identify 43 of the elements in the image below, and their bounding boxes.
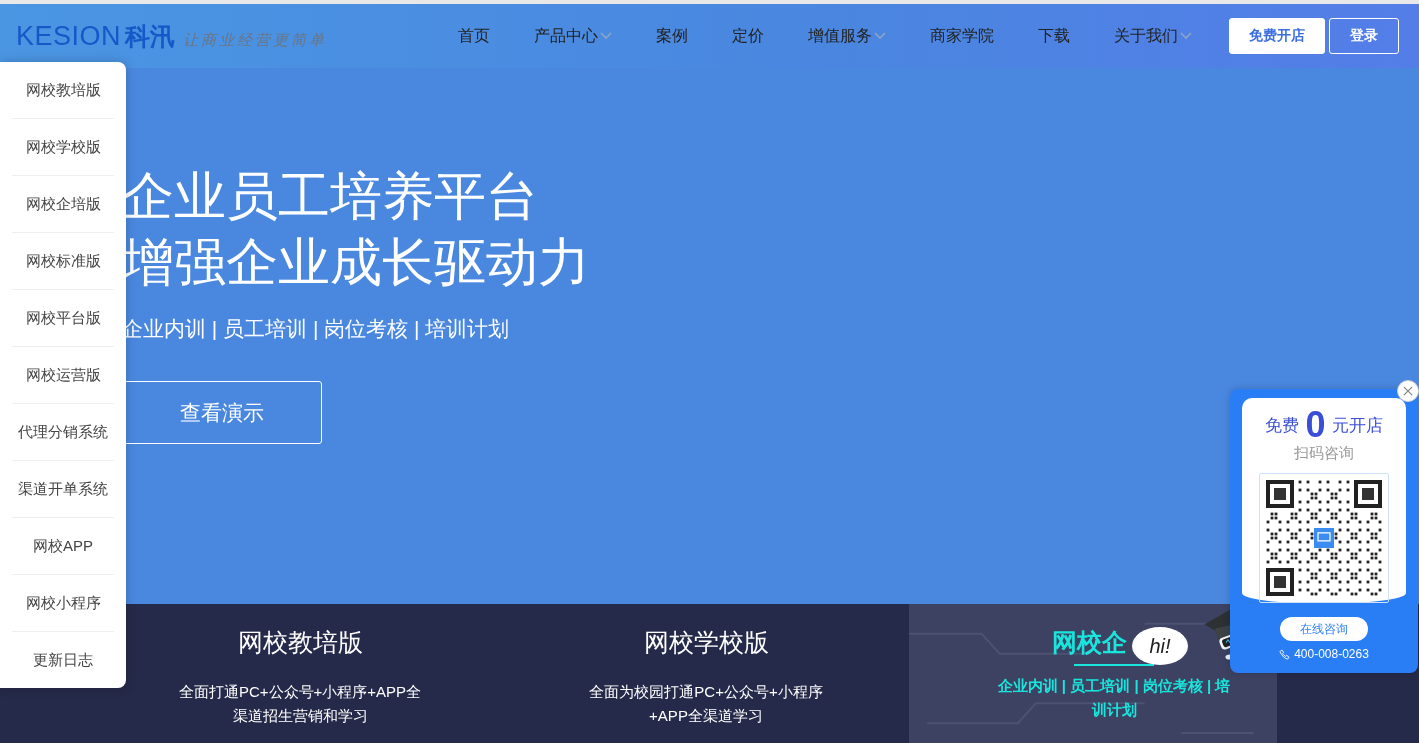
side-menu-item[interactable]: 网校企培版 bbox=[12, 176, 114, 233]
nav-link[interactable]: 下载 bbox=[1016, 25, 1092, 47]
promo-text: 元开店 bbox=[1331, 414, 1383, 437]
card-description: 全面为校园打通PC+公众号+小程序+APP全渠道学习 bbox=[588, 682, 824, 726]
card-title: 网校教培版 bbox=[237, 627, 363, 658]
card-title: 网校学校版 bbox=[643, 627, 769, 658]
promo-text: 免费 bbox=[1265, 414, 1300, 437]
qr-subtitle: 扫码咨询 bbox=[1294, 444, 1354, 463]
side-menu-item[interactable]: 网校标准版 bbox=[12, 233, 114, 290]
consult-button[interactable]: 在线咨询 bbox=[1280, 617, 1368, 641]
side-menu-item[interactable]: 代理分销系统 bbox=[12, 404, 114, 461]
side-menu-item[interactable]: 网校运营版 bbox=[12, 347, 114, 404]
nav-link[interactable]: 商家学院 bbox=[908, 25, 1016, 47]
side-menu-item[interactable]: 更新日志 bbox=[12, 632, 114, 688]
side-menu-item[interactable]: 渠道开单系统 bbox=[12, 461, 114, 518]
card-title: 网校企 bbox=[1052, 627, 1127, 658]
product-card[interactable]: 网校学校版 全面为校园打通PC+公众号+小程序+APP全渠道学习 bbox=[503, 604, 909, 743]
nav-link[interactable]: 关于我们 bbox=[1092, 25, 1214, 47]
open-store-button[interactable]: 免费开店 bbox=[1229, 18, 1325, 54]
product-card[interactable]: 网校企 企业内训 | 员工培训 | 岗位考核 | 培训计划 hi! bbox=[909, 604, 1277, 743]
slogan-text: 让商业经营更简单 bbox=[183, 30, 328, 50]
close-icon[interactable] bbox=[1397, 380, 1419, 402]
card-description: 企业内训 | 员工培训 | 岗位考核 | 培训计划 bbox=[996, 676, 1232, 720]
phone-icon bbox=[1279, 648, 1291, 660]
speech-bubble: hi! bbox=[1132, 627, 1188, 665]
login-button[interactable]: 登录 bbox=[1329, 18, 1399, 54]
side-menu-item[interactable]: 网校学校版 bbox=[12, 119, 114, 176]
logo-text: 科汛 bbox=[125, 20, 176, 52]
logo-text: KESION bbox=[16, 20, 122, 52]
nav-link[interactable]: 增值服务 bbox=[786, 25, 908, 47]
side-menu-item[interactable]: 网校平台版 bbox=[12, 290, 114, 347]
nav-link[interactable]: 产品中心 bbox=[512, 25, 634, 47]
nav-link[interactable]: 首页 bbox=[436, 25, 512, 47]
phone-number: 400-008-0263 bbox=[1294, 647, 1369, 661]
side-menu-item[interactable]: 网校APP bbox=[12, 518, 114, 575]
nav-link[interactable]: 定价 bbox=[710, 25, 786, 47]
hero-title: 企业员工培养平台 bbox=[122, 166, 538, 227]
card-description: 全面打通PC+公众号+小程序+APP全渠道招生营销和学习 bbox=[177, 682, 423, 726]
hero-title: 增强企业成长驱动力 bbox=[122, 232, 590, 293]
nav-link[interactable]: 案例 bbox=[634, 25, 710, 47]
promo-number: 0 bbox=[1305, 404, 1326, 446]
side-menu-item[interactable]: 网校教培版 bbox=[12, 62, 114, 119]
side-menu-item[interactable]: 网校小程序 bbox=[12, 575, 114, 632]
